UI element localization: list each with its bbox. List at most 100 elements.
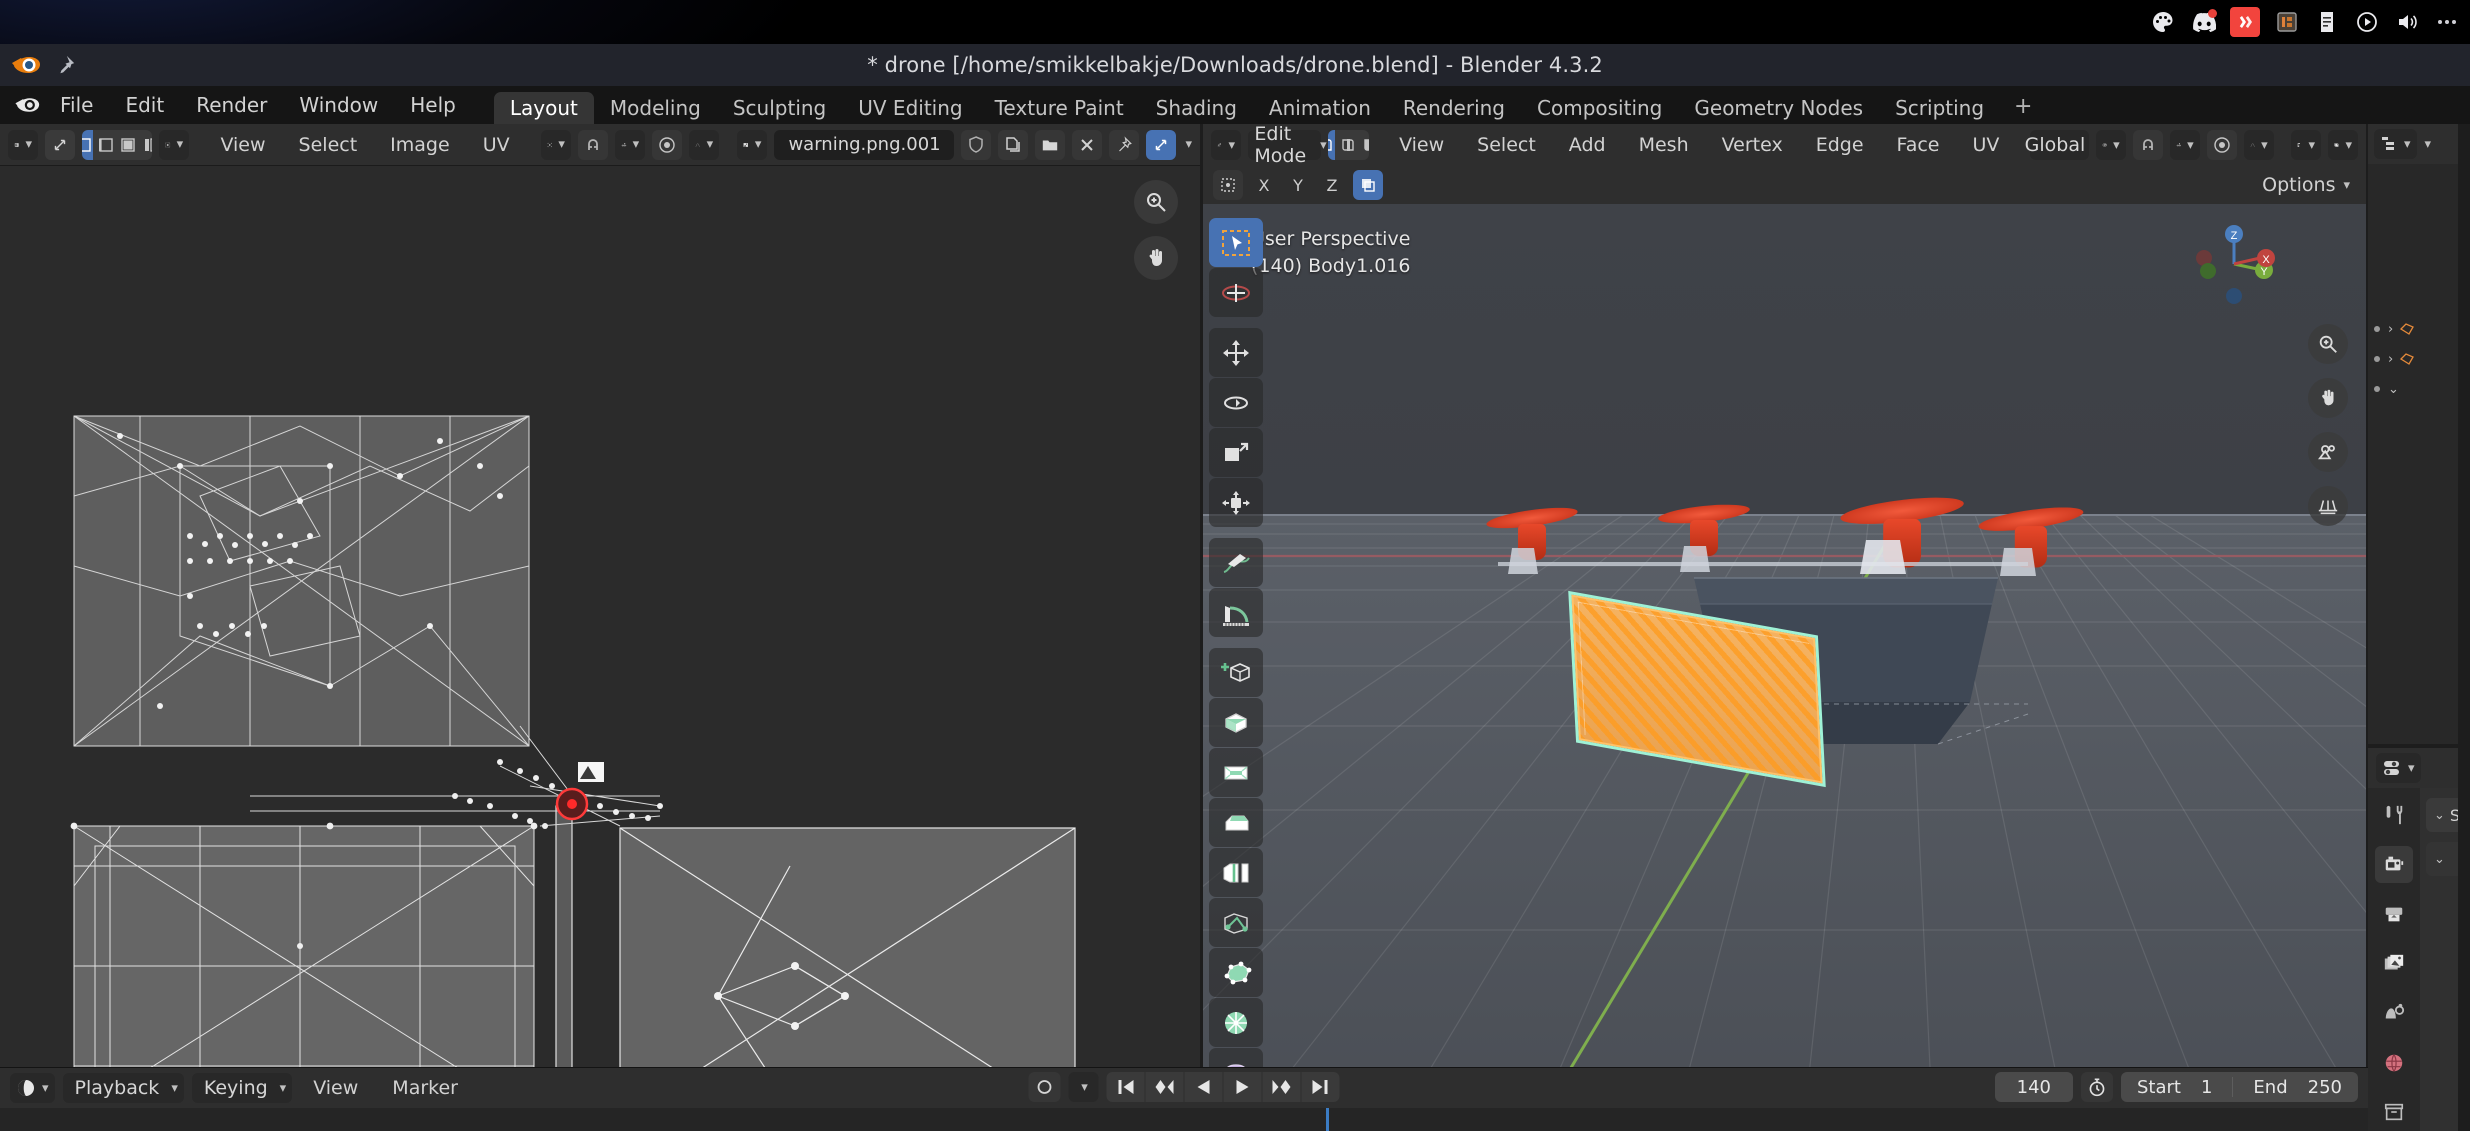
menu-edit[interactable]: Edit [109,86,180,124]
viewport-canvas[interactable]: User Perspective (140) Body1.016 Z Y X [1203,204,2366,1131]
end-value[interactable]: 250 [2308,1077,2342,1098]
record-circle-icon[interactable] [1028,1072,1061,1102]
spin-tool[interactable] [1209,998,1263,1047]
media-play-icon[interactable] [2354,9,2380,35]
timeline-editor-icon[interactable]: ▾ [10,1073,55,1103]
viewport-menu-view[interactable]: View [1386,130,1457,160]
workspace-tab-scripting[interactable]: Scripting [1879,92,2000,124]
viewport-menu-add[interactable]: Add [1556,130,1619,160]
inset-faces-tool[interactable] [1209,748,1263,797]
move-tool[interactable] [1209,328,1263,377]
viewport-menu-mesh[interactable]: Mesh [1626,130,1702,160]
xray-toggle-icon[interactable] [1353,170,1383,200]
jump-to-end-icon[interactable] [1301,1072,1340,1102]
viewport-snap-magnet-icon[interactable] [2132,130,2163,160]
clipboard-icon[interactable] [2314,9,2340,35]
scene-tab[interactable] [2375,994,2413,1032]
close-icon[interactable] [1072,129,1103,160]
next-keyframe-icon[interactable] [1262,1072,1301,1102]
palette-icon[interactable] [2150,9,2176,35]
timeline-strip[interactable] [0,1108,2368,1131]
uv-menu-image[interactable]: Image [377,130,463,160]
viewport-proportional-editing-icon[interactable] [2206,130,2237,160]
viewport-options-button[interactable]: Options ▾ [2262,174,2356,196]
mesh-vertex-select-icon[interactable] [1328,130,1336,160]
overflow-menu-icon[interactable] [2434,9,2460,35]
menu-window[interactable]: Window [283,86,394,124]
outliner-row[interactable]: ⌄ [2368,374,2470,404]
zoom-icon[interactable] [2308,324,2348,364]
zoom-icon[interactable] [1134,180,1178,224]
annotate-tool[interactable] [1209,538,1263,587]
visibility-dot-icon[interactable] [2374,356,2380,362]
navigation-gizmo[interactable]: Z Y X [2188,218,2280,310]
poly-build-tool[interactable] [1209,948,1263,997]
auto-keying-options[interactable]: ▾ [1068,1072,1099,1102]
axis-z-toggle[interactable]: Z [1319,172,1345,198]
mesh-face-select-icon[interactable] [1361,130,1369,160]
workspace-tab-modeling[interactable]: Modeling [594,92,717,124]
pivot-point-dropdown[interactable]: ▾ [2095,130,2126,160]
viewport-menu-edge[interactable]: Edge [1803,130,1877,160]
timeline-playhead[interactable] [1326,1108,1330,1131]
uv-canvas[interactable] [0,166,1200,1067]
menu-render[interactable]: Render [180,86,283,124]
mesh-edge-select-icon[interactable] [1339,130,1357,160]
tweak-select-tool[interactable] [1209,218,1263,267]
chevron-down-icon[interactable]: ⌄ [2434,808,2445,823]
copy-icon[interactable] [998,129,1029,160]
outliner-tree[interactable]: › › ⌄ [2368,164,2470,404]
collection-tab[interactable] [2375,1093,2413,1131]
snap-magnet-icon[interactable] [577,129,608,160]
chevron-right-icon[interactable]: › [2388,352,2393,367]
pin-icon[interactable] [54,54,76,76]
current-frame-field[interactable]: 140 [1994,1072,2073,1102]
chevron-down-icon[interactable]: ▾ [2425,137,2432,152]
uv-mode-button[interactable] [45,129,75,160]
properties-editor-icon[interactable]: ▾ [2376,753,2421,783]
hand-icon[interactable] [1134,236,1178,280]
view-layer-tab[interactable] [2375,945,2413,983]
viewport-menu-vertex[interactable]: Vertex [1709,130,1796,160]
rotate-tool[interactable] [1209,378,1263,427]
menu-file[interactable]: File [44,86,109,124]
playback-menu[interactable]: Playback ▾ [62,1073,184,1103]
proportional-editing-icon[interactable] [652,129,683,160]
chevron-down-icon[interactable]: ⌄ [2388,382,2399,397]
red-app-icon[interactable] [2230,7,2260,37]
uv-select-mode-group[interactable] [82,129,153,160]
folder-icon[interactable] [1035,129,1066,160]
sticky-selection-icon[interactable]: ▾ [159,129,190,160]
viewport-menu-uv[interactable]: UV [1960,130,2013,160]
uv-face-select-icon[interactable] [119,130,137,160]
menu-help[interactable]: Help [394,86,472,124]
uv-sync-icon[interactable] [1146,129,1177,160]
extrude-region-tool[interactable] [1209,698,1263,747]
bevel-tool[interactable] [1209,798,1263,847]
jump-to-start-icon[interactable] [1106,1072,1145,1102]
discord-icon[interactable] [2190,9,2217,35]
axis-x-toggle[interactable]: X [1251,172,1277,198]
add-workspace-button[interactable]: + [2000,92,2046,124]
timeline-menu-marker[interactable]: Marker [379,1073,471,1103]
loop-cut-tool[interactable] [1209,848,1263,897]
axis-y-toggle[interactable]: Y [1285,172,1311,198]
uv-editor-type-button[interactable]: ▾ [8,129,38,160]
workspace-tab-rendering[interactable]: Rendering [1387,92,1521,124]
visibility-dot-icon[interactable] [2374,326,2380,332]
blender-menu-icon[interactable] [14,90,44,120]
visibility-dropdown-icon[interactable]: ▾ [2291,130,2322,160]
shading-modes-icon[interactable]: ▾ [2328,130,2359,160]
keying-menu[interactable]: Keying ▾ [191,1073,293,1103]
hardware-chip-icon[interactable] [2274,9,2300,35]
workspace-tab-shading[interactable]: Shading [1140,92,1253,124]
camera-icon[interactable] [2308,432,2348,472]
image-data-icon[interactable]: ▾ [737,129,768,160]
viewport-menu-face[interactable]: Face [1884,130,1953,160]
play-icon[interactable] [1223,1072,1262,1102]
timeline-menu-view[interactable]: View [300,1073,371,1103]
hand-icon[interactable] [2308,378,2348,418]
mesh-edit-options-icon[interactable] [1213,170,1243,200]
start-value[interactable]: 1 [2201,1077,2212,1098]
workspace-tab-animation[interactable]: Animation [1253,92,1387,124]
